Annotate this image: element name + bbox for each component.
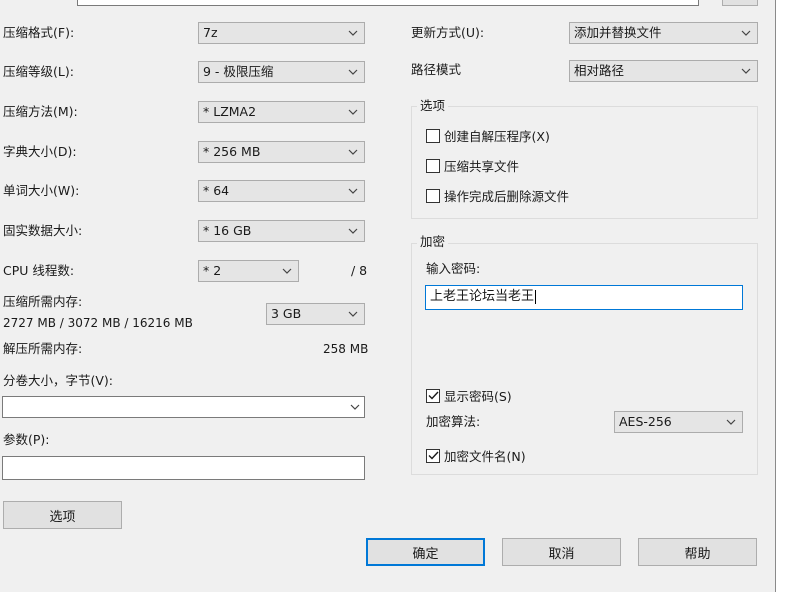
chevron-down-icon (347, 26, 359, 40)
shared-checkbox[interactable] (426, 158, 440, 173)
ok-button[interactable]: 确定 (366, 538, 485, 566)
encrypt-names-label: 加密文件名(N) (444, 449, 526, 464)
enc-method-select[interactable]: AES-256 (614, 411, 743, 433)
update-value: 添加并替换文件 (574, 25, 662, 40)
update-label: 更新方式(U): (411, 25, 485, 40)
desktop-background (777, 0, 800, 592)
chevron-down-icon (347, 184, 359, 198)
shared-label: 压缩共享文件 (444, 159, 520, 174)
password-input[interactable]: 上老王论坛当老王 (425, 285, 743, 310)
threads-select[interactable]: * 2 (198, 260, 299, 282)
method-label: 压缩方法(M): (3, 104, 78, 119)
ok-button-label: 确定 (412, 546, 439, 562)
show-password-label: 显示密码(S) (444, 389, 512, 404)
encrypt-names-row[interactable]: 加密文件名(N) (426, 446, 526, 465)
chevron-down-icon (347, 224, 359, 238)
chevron-down-icon (740, 26, 752, 40)
options-button-label: 选项 (49, 509, 76, 525)
chevron-down-icon (347, 65, 359, 79)
mem-comp-detail: 2727 MB / 3072 MB / 16216 MB (3, 316, 193, 330)
method-select[interactable]: * LZMA2 (198, 101, 365, 123)
dict-label: 字典大小(D): (3, 144, 77, 159)
delete-checkbox-row[interactable]: 操作完成后删除源文件 (426, 186, 569, 205)
threads-label: CPU 线程数: (3, 263, 75, 278)
path-select[interactable]: 相对路径 (569, 60, 758, 82)
shared-checkbox-row[interactable]: 压缩共享文件 (426, 156, 519, 175)
format-value: 7z (203, 25, 218, 40)
mem-comp-label: 压缩所需内存: (3, 294, 83, 309)
text-caret (535, 289, 537, 304)
options-button[interactable]: 选项 (3, 501, 122, 529)
checkmark-icon (428, 451, 439, 460)
method-value: * LZMA2 (203, 104, 257, 119)
mem-comp-select[interactable]: 3 GB (266, 303, 365, 325)
enc-method-label: 加密算法: (426, 414, 481, 429)
browse-button[interactable] (722, 0, 758, 6)
volume-size-combo[interactable] (2, 396, 365, 418)
delete-checkbox[interactable] (426, 188, 440, 203)
encryption-group-title: 加密 (417, 234, 449, 250)
mem-decomp-value: 258 MB (323, 342, 369, 356)
dict-select[interactable]: * 256 MB (198, 141, 365, 163)
enc-method-value: AES-256 (619, 414, 672, 429)
sfx-checkbox[interactable] (426, 128, 440, 143)
checkmark-icon (428, 391, 439, 400)
cancel-button[interactable]: 取消 (502, 538, 621, 566)
encrypt-names-checkbox[interactable] (426, 448, 440, 463)
options-group-title: 选项 (417, 98, 449, 114)
dict-value: * 256 MB (203, 144, 261, 159)
chevron-down-icon (347, 145, 359, 159)
sfx-checkbox-row[interactable]: 创建自解压程序(X) (426, 126, 550, 145)
volume-label: 分卷大小，字节(V): (3, 373, 114, 388)
chevron-down-icon (281, 264, 293, 278)
params-input[interactable] (2, 456, 365, 480)
sfx-label: 创建自解压程序(X) (444, 129, 550, 144)
password-value: 上老王论坛当老王 (430, 289, 535, 304)
chevron-down-icon (347, 307, 359, 321)
update-select[interactable]: 添加并替换文件 (569, 22, 758, 44)
chevron-down-icon (349, 400, 361, 414)
add-to-archive-dialog: 压缩格式(F): 7z 压缩等级(L): 9 - 极限压缩 压缩方法(M): *… (0, 0, 776, 592)
help-button-label: 帮助 (684, 546, 711, 562)
path-label: 路径模式 (411, 62, 462, 77)
threads-max: / 8 (351, 263, 368, 278)
word-select[interactable]: * 64 (198, 180, 365, 202)
show-password-checkbox[interactable] (426, 388, 440, 403)
chevron-down-icon (740, 64, 752, 78)
delete-label: 操作完成后删除源文件 (444, 189, 570, 204)
archive-path-field[interactable] (77, 0, 699, 6)
threads-value: * 2 (203, 263, 222, 278)
mem-decomp-label: 解压所需内存: (3, 341, 83, 356)
level-value: 9 - 极限压缩 (203, 64, 274, 79)
solid-label: 固实数据大小: (3, 223, 83, 238)
solid-value: * 16 GB (203, 223, 252, 238)
path-value: 相对路径 (574, 63, 625, 78)
show-password-row[interactable]: 显示密码(S) (426, 386, 512, 405)
word-value: * 64 (203, 183, 230, 198)
solid-select[interactable]: * 16 GB (198, 220, 365, 242)
format-label: 压缩格式(F): (3, 25, 75, 40)
cancel-button-label: 取消 (548, 546, 575, 562)
help-button[interactable]: 帮助 (638, 538, 757, 566)
params-label: 参数(P): (3, 432, 50, 447)
mem-comp-value: 3 GB (271, 306, 302, 321)
format-select[interactable]: 7z (198, 22, 365, 44)
chevron-down-icon (725, 415, 737, 429)
level-label: 压缩等级(L): (3, 64, 74, 79)
chevron-down-icon (347, 105, 359, 119)
level-select[interactable]: 9 - 极限压缩 (198, 61, 365, 83)
word-label: 单词大小(W): (3, 183, 80, 198)
password-label: 输入密码: (426, 261, 481, 276)
